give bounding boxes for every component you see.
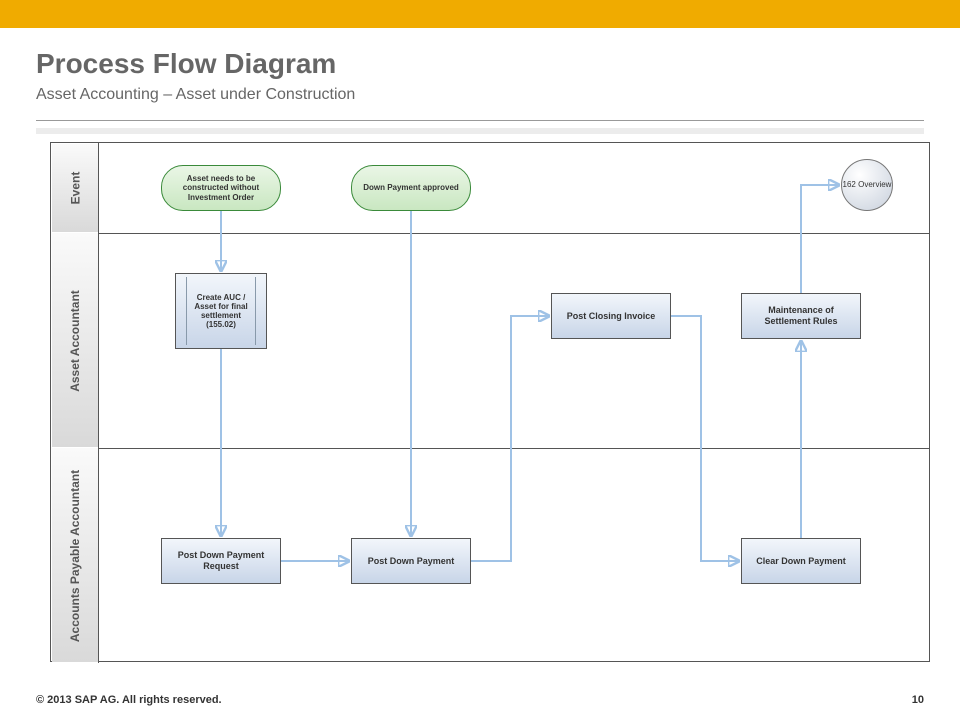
lane-label-ap-accountant: Accounts Payable Accountant bbox=[51, 448, 99, 663]
accent-stripe bbox=[36, 128, 924, 134]
page-subtitle: Asset Accounting – Asset under Construct… bbox=[36, 86, 355, 104]
page-title: Process Flow Diagram bbox=[36, 48, 336, 80]
flow-connectors bbox=[51, 143, 931, 663]
lane-separator bbox=[99, 233, 930, 234]
reference-162-overview: 162 Overview bbox=[841, 159, 893, 211]
footer-page-number: 10 bbox=[912, 694, 924, 706]
event-asset-needs-construction: Asset needs to be constructed without In… bbox=[161, 165, 281, 211]
lane-label-column: Event Asset Accountant Accounts Payable … bbox=[51, 143, 99, 663]
task-post-closing-invoice: Post Closing Invoice bbox=[551, 293, 671, 339]
brand-bar bbox=[0, 0, 960, 28]
task-post-down-payment: Post Down Payment bbox=[351, 538, 471, 584]
task-maintenance-settlement-rules: Maintenance of Settlement Rules bbox=[741, 293, 861, 339]
slide: Process Flow Diagram Asset Accounting – … bbox=[0, 0, 960, 720]
divider bbox=[36, 120, 924, 121]
task-clear-down-payment: Clear Down Payment bbox=[741, 538, 861, 584]
footer-copyright: © 2013 SAP AG. All rights reserved. bbox=[36, 694, 222, 706]
lane-separator bbox=[99, 448, 930, 449]
task-create-auc: Create AUC / Asset for final settlement … bbox=[175, 273, 267, 349]
lane-label-event: Event bbox=[51, 143, 99, 233]
task-post-down-payment-request: Post Down Payment Request bbox=[161, 538, 281, 584]
lane-label-asset-accountant: Asset Accountant bbox=[51, 233, 99, 448]
event-down-payment-approved: Down Payment approved bbox=[351, 165, 471, 211]
swimlane-diagram: Event Asset Accountant Accounts Payable … bbox=[50, 142, 930, 662]
task-create-auc-label: Create AUC / Asset for final settlement … bbox=[186, 277, 256, 345]
